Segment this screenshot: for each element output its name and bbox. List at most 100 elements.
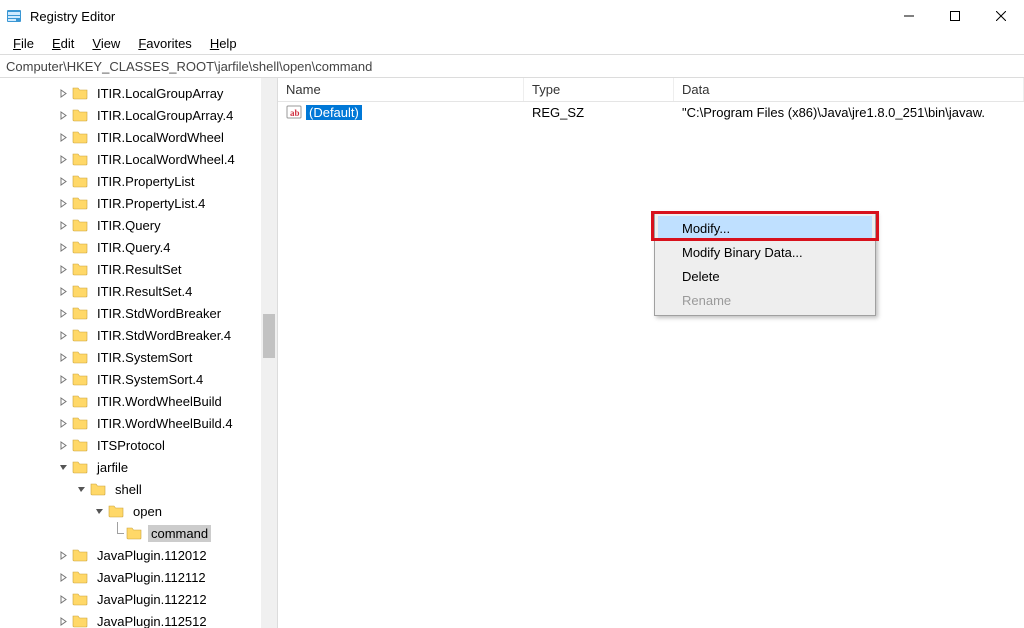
folder-icon: [90, 481, 106, 497]
tree-node-label: jarfile: [94, 459, 131, 476]
chevron-right-icon[interactable]: [56, 372, 70, 386]
folder-icon: [72, 459, 88, 475]
tree-node-itir-systemsort-4[interactable]: ITIR.SystemSort.4: [0, 368, 261, 390]
tree-node-jarfile[interactable]: jarfile: [0, 456, 261, 478]
chevron-right-icon[interactable]: [56, 152, 70, 166]
tree-node-label: ITIR.LocalWordWheel: [94, 129, 227, 146]
chevron-right-icon[interactable]: [56, 438, 70, 452]
scrollbar-thumb[interactable]: [263, 314, 275, 358]
menu-favorites[interactable]: Favorites: [131, 35, 198, 52]
tree-node-itir-wordwheelbuild[interactable]: ITIR.WordWheelBuild: [0, 390, 261, 412]
tree-node-label: shell: [112, 481, 145, 498]
context-menu: Modify... Modify Binary Data... Delete R…: [654, 212, 876, 316]
menu-help[interactable]: Help: [203, 35, 244, 52]
chevron-right-icon[interactable]: [56, 108, 70, 122]
folder-icon: [108, 503, 124, 519]
menu-edit[interactable]: Edit: [45, 35, 81, 52]
tree-node-label: JavaPlugin.112112: [94, 569, 209, 586]
chevron-right-icon[interactable]: [56, 130, 70, 144]
tree-node-javaplugin-112012[interactable]: JavaPlugin.112012: [0, 544, 261, 566]
chevron-right-icon[interactable]: [56, 196, 70, 210]
maximize-button[interactable]: [932, 0, 978, 32]
chevron-right-icon[interactable]: [56, 570, 70, 584]
tree-node-itir-localgrouparray[interactable]: ITIR.LocalGroupArray: [0, 82, 261, 104]
address-bar[interactable]: Computer\HKEY_CLASSES_ROOT\jarfile\shell…: [0, 54, 1024, 78]
tree-node-label: ITIR.SystemSort.4: [94, 371, 206, 388]
close-button[interactable]: [978, 0, 1024, 32]
context-menu-modify-binary[interactable]: Modify Binary Data...: [658, 240, 872, 264]
tree-node-itir-query-4[interactable]: ITIR.Query.4: [0, 236, 261, 258]
folder-icon: [72, 107, 88, 123]
menu-file[interactable]: File: [6, 35, 41, 52]
tree-node-label: ITIR.SystemSort: [94, 349, 195, 366]
value-name: (Default): [306, 105, 362, 120]
tree-node-itir-localwordwheel-4[interactable]: ITIR.LocalWordWheel.4: [0, 148, 261, 170]
chevron-right-icon[interactable]: [56, 240, 70, 254]
tree-node-label: JavaPlugin.112012: [94, 547, 210, 564]
chevron-right-icon[interactable]: [56, 614, 70, 628]
tree-node-itir-resultset[interactable]: ITIR.ResultSet: [0, 258, 261, 280]
list-row[interactable]: ab (Default) REG_SZ "C:\Program Files (x…: [278, 102, 1024, 122]
chevron-right-icon[interactable]: [56, 548, 70, 562]
chevron-right-icon[interactable]: [56, 350, 70, 364]
tree-node-label: command: [148, 525, 211, 542]
chevron-right-icon[interactable]: [56, 328, 70, 342]
tree-node-command[interactable]: command: [0, 522, 261, 544]
tree-node-label: ITIR.PropertyList: [94, 173, 198, 190]
tree-node-itir-localgrouparray-4[interactable]: ITIR.LocalGroupArray.4: [0, 104, 261, 126]
tree-node-open[interactable]: open: [0, 500, 261, 522]
minimize-button[interactable]: [886, 0, 932, 32]
chevron-down-icon[interactable]: [92, 504, 106, 518]
tree-node-shell[interactable]: shell: [0, 478, 261, 500]
folder-icon: [72, 85, 88, 101]
menu-bar: File Edit View Favorites Help: [0, 32, 1024, 54]
column-header-data[interactable]: Data: [674, 78, 1024, 101]
chevron-right-icon[interactable]: [56, 592, 70, 606]
chevron-down-icon[interactable]: [56, 460, 70, 474]
folder-icon: [72, 371, 88, 387]
registry-tree-panel: ITIR.LocalGroupArrayITIR.LocalGroupArray…: [0, 78, 278, 628]
folder-icon: [72, 569, 88, 585]
tree-node-javaplugin-112112[interactable]: JavaPlugin.112112: [0, 566, 261, 588]
column-header-type[interactable]: Type: [524, 78, 674, 101]
tree-node-label: ITIR.ResultSet: [94, 261, 185, 278]
chevron-right-icon[interactable]: [56, 86, 70, 100]
value-data: "C:\Program Files (x86)\Java\jre1.8.0_25…: [674, 105, 1024, 120]
chevron-right-icon[interactable]: [56, 284, 70, 298]
tree-node-label: ITIR.ResultSet.4: [94, 283, 195, 300]
column-header-name[interactable]: Name: [278, 78, 524, 101]
tree-node-itir-stdwordbreaker-4[interactable]: ITIR.StdWordBreaker.4: [0, 324, 261, 346]
context-menu-modify[interactable]: Modify...: [658, 216, 872, 240]
chevron-right-icon[interactable]: [56, 174, 70, 188]
tree-node-itir-resultset-4[interactable]: ITIR.ResultSet.4: [0, 280, 261, 302]
tree-node-itir-propertylist[interactable]: ITIR.PropertyList: [0, 170, 261, 192]
chevron-right-icon[interactable]: [56, 218, 70, 232]
folder-icon: [126, 525, 142, 541]
chevron-down-icon[interactable]: [74, 482, 88, 496]
tree-node-itir-systemsort[interactable]: ITIR.SystemSort: [0, 346, 261, 368]
chevron-right-icon[interactable]: [56, 394, 70, 408]
folder-icon: [72, 437, 88, 453]
tree-node-label: ITIR.WordWheelBuild: [94, 393, 225, 410]
folder-icon: [72, 195, 88, 211]
tree-node-itir-localwordwheel[interactable]: ITIR.LocalWordWheel: [0, 126, 261, 148]
tree-node-label: ITIR.LocalWordWheel.4: [94, 151, 238, 168]
menu-view[interactable]: View: [85, 35, 127, 52]
folder-icon: [72, 327, 88, 343]
window-title: Registry Editor: [30, 9, 115, 24]
context-menu-delete[interactable]: Delete: [658, 264, 872, 288]
tree-node-javaplugin-112512[interactable]: JavaPlugin.112512: [0, 610, 261, 628]
tree-node-itir-stdwordbreaker[interactable]: ITIR.StdWordBreaker: [0, 302, 261, 324]
chevron-right-icon[interactable]: [56, 262, 70, 276]
chevron-right-icon[interactable]: [56, 416, 70, 430]
folder-icon: [72, 283, 88, 299]
tree-node-itir-wordwheelbuild-4[interactable]: ITIR.WordWheelBuild.4: [0, 412, 261, 434]
tree-node-javaplugin-112212[interactable]: JavaPlugin.112212: [0, 588, 261, 610]
chevron-right-icon[interactable]: [56, 306, 70, 320]
tree-node-itsprotocol[interactable]: ITSProtocol: [0, 434, 261, 456]
tree-scrollbar[interactable]: [261, 78, 277, 628]
tree-node-label: JavaPlugin.112512: [94, 613, 210, 628]
folder-icon: [72, 151, 88, 167]
tree-node-itir-query[interactable]: ITIR.Query: [0, 214, 261, 236]
tree-node-itir-propertylist-4[interactable]: ITIR.PropertyList.4: [0, 192, 261, 214]
